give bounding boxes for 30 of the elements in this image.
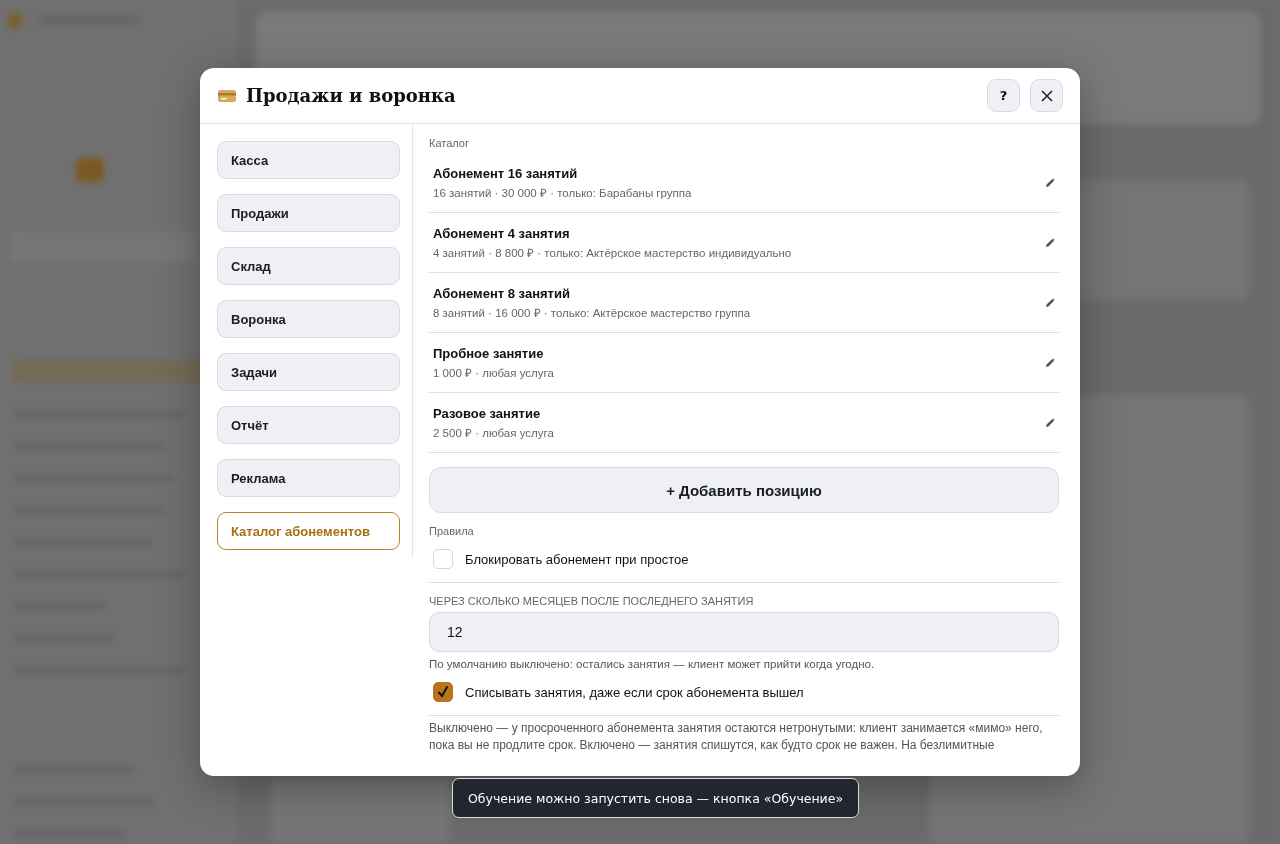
nav-tab[interactable]: Задачи xyxy=(217,353,400,391)
tutorial-toast: Обучение можно запустить снова — кнопка «Обучение» xyxy=(452,778,860,818)
item-name: Пробное занятие xyxy=(433,345,545,361)
item-details: 2 500 ₽ · любая услуга xyxy=(433,425,555,440)
add-item-button[interactable]: + Добавить позицию xyxy=(429,467,1059,513)
item-details: 8 занятий · 16 000 ₽ · только: Актёрское мастерство группа xyxy=(433,305,752,320)
section-heading: Правила xyxy=(429,525,475,537)
item-details: 16 занятий · 30 000 ₽ · только: Барабаны группа xyxy=(433,185,693,200)
item-details: 1 000 ₽ · любая услуга xyxy=(433,365,555,380)
item-name: Абонемент 8 занятий xyxy=(433,285,571,301)
explanation-text: Выключено — у просроченного абонемента занятия остаются нетронутыми: клиент занимается «мимо» него, пока вы не продлите срок. Включено — занятия спишутся, как будто срок не важен. На безлимитные xyxy=(429,720,1044,754)
help-button[interactable]: ? xyxy=(987,79,1020,112)
item-name: Абонемент 4 занятия xyxy=(433,225,571,241)
checkbox-label: Списывать занятия, даже если срок абонемента вышел xyxy=(465,684,804,700)
nav-tab[interactable]: Воронка xyxy=(217,300,400,338)
item-name: Абонемент 16 занятий xyxy=(433,165,579,181)
nav-tab[interactable]: Продажи xyxy=(217,194,400,232)
section-heading: Каталог xyxy=(429,137,470,149)
nav-tab[interactable]: Склад xyxy=(217,247,400,285)
months-input-field[interactable]: 12 xyxy=(429,612,1059,652)
item-name: Разовое занятие xyxy=(433,405,542,421)
item-details: 4 занятий · 8 800 ₽ · только: Актёрское мастерство индивидуально xyxy=(433,245,793,260)
nav-tab[interactable]: Каталог абонементов xyxy=(217,512,400,550)
field-label: ЧЕРЕЗ СКОЛЬКО МЕСЯЦЕВ ПОСЛЕ ПОСЛЕДНЕГО ЗАНЯТИЯ xyxy=(429,595,755,607)
nav-tab[interactable]: Касса xyxy=(217,141,400,179)
dialog-title: Продажи и воронка xyxy=(246,85,457,106)
hint-text: По умолчанию выключено: остались занятия — клиент может прийти когда угодно. xyxy=(429,658,876,670)
checkbox-label: Блокировать абонемент при простое xyxy=(465,551,689,567)
nav-tab[interactable]: Реклама xyxy=(217,459,400,497)
nav-tab[interactable]: Отчёт xyxy=(217,406,400,444)
